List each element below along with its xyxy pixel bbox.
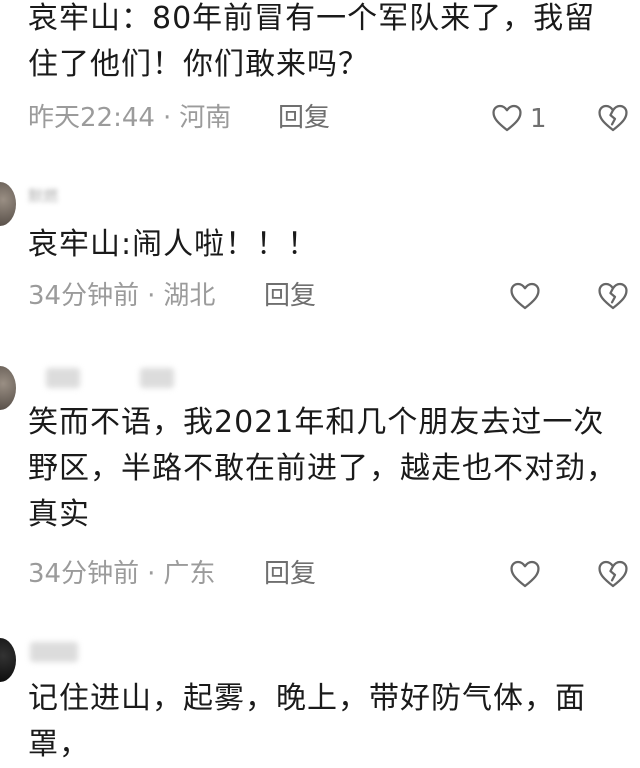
avatar[interactable]: [0, 182, 16, 226]
comment-meta: 34分钟前 · 湖北: [28, 276, 215, 316]
comment-text: 记住进山，起雾，晚上，带好防气体，面罩，: [28, 681, 586, 762]
meta-separator: ·: [147, 281, 156, 311]
comment-text: 哀牢山:闹人啦！！！: [28, 227, 319, 262]
username-redacted[interactable]: [46, 368, 80, 388]
username-redacted[interactable]: [30, 642, 78, 662]
broken-heart-icon[interactable]: [596, 557, 630, 591]
meta-separator: ·: [147, 559, 156, 589]
reply-button[interactable]: 回复: [264, 276, 316, 316]
avatar[interactable]: [0, 638, 16, 682]
reply-button[interactable]: 回复: [278, 98, 330, 138]
comment-time: 34分钟前: [28, 281, 140, 311]
heart-outline-icon[interactable]: [508, 557, 542, 591]
comment-meta: 昨天22:44 · 河南: [28, 98, 231, 138]
comment-location: 广东: [163, 559, 216, 589]
comment-location: 湖北: [163, 281, 216, 311]
comment-location: 河南: [179, 103, 232, 133]
comment-meta: 34分钟前 · 广东: [28, 554, 215, 594]
avatar[interactable]: [0, 366, 16, 410]
comment-text: 哀牢山：80年前冒有一个军队来了，我留 住了他们！你们敢来吗？: [28, 1, 596, 82]
broken-heart-icon[interactable]: [596, 101, 630, 135]
heart-outline-icon[interactable]: [508, 279, 542, 313]
username[interactable]: 默燃: [28, 186, 58, 206]
comment-time: 34分钟前: [28, 559, 140, 589]
meta-separator: ·: [162, 103, 172, 133]
reply-button[interactable]: 回复: [264, 554, 316, 594]
like-count: 1: [530, 104, 547, 134]
username-redacted[interactable]: [140, 368, 174, 388]
comment-text: 笑而不语，我2021年和几个朋友去过一次 野区，半路不敢在前进了，越走也不对劲，…: [28, 405, 617, 532]
heart-outline-icon[interactable]: [490, 101, 524, 135]
comment-time: 昨天22:44: [28, 103, 155, 133]
broken-heart-icon[interactable]: [596, 279, 630, 313]
